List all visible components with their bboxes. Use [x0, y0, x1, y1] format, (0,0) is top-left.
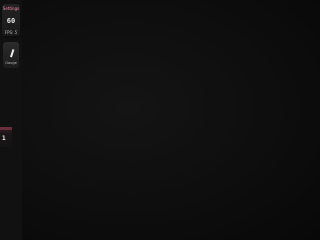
bottom-side-tab[interactable]: 1: [0, 127, 12, 147]
fps-caption: FPS: 5: [4, 30, 18, 35]
bottom-tab-accent-bar: [0, 127, 12, 130]
bottom-tab-value: 1: [2, 135, 6, 142]
gauge-needle-icon: [10, 49, 14, 58]
gauge-label: Gauge: [5, 61, 17, 65]
gauge-widget[interactable]: Gauge: [3, 42, 19, 68]
fps-widget-title: Settings: [2, 6, 20, 11]
left-hud-rail: Settings 60 FPS: 5 Gauge 1: [0, 0, 22, 240]
fps-counter-widget[interactable]: Settings 60 FPS: 5: [2, 4, 20, 36]
fps-value: 60: [6, 17, 16, 25]
game-viewport: Settings 60 FPS: 5 Gauge 1: [0, 0, 320, 240]
